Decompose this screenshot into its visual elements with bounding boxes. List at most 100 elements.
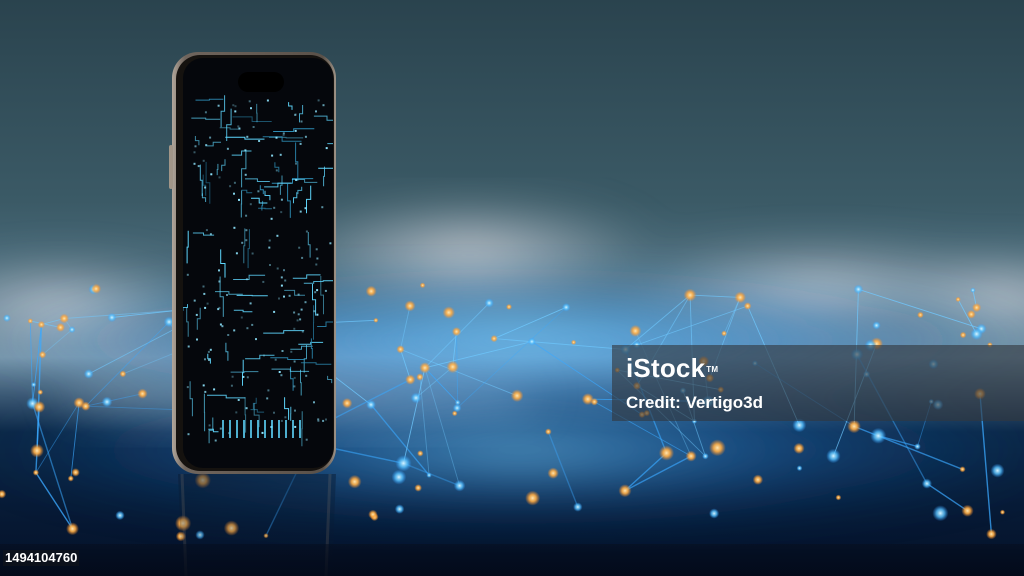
circuit-dot xyxy=(280,276,283,279)
circuit-dot xyxy=(294,409,296,412)
circuit-dot xyxy=(208,424,211,427)
network-node xyxy=(68,326,76,334)
circuit-dot xyxy=(237,125,240,128)
network-node xyxy=(426,472,432,478)
circuit-dot xyxy=(218,280,221,283)
network-node xyxy=(347,474,362,489)
scene-illustration xyxy=(0,0,1024,576)
circuit-pin xyxy=(278,420,280,438)
circuit-dot xyxy=(245,239,248,242)
network-node xyxy=(970,327,983,341)
circuit-dot xyxy=(280,374,283,377)
network-node xyxy=(453,479,466,492)
circuit-pin xyxy=(264,420,266,438)
circuit-dot xyxy=(278,371,281,373)
network-node xyxy=(590,398,599,406)
circuit-dot xyxy=(293,360,296,363)
circuit-pin xyxy=(257,420,259,438)
network-node xyxy=(396,345,405,354)
network-node xyxy=(368,509,378,520)
circuit-dot xyxy=(316,313,319,316)
circuit-dot xyxy=(235,411,238,414)
circuit-dot xyxy=(325,418,327,421)
network-node xyxy=(101,396,113,408)
network-node xyxy=(999,509,1006,515)
circuit-dot xyxy=(203,292,206,295)
stock-image-id: 1494104760 xyxy=(3,550,80,566)
circuit-dot xyxy=(204,358,206,361)
circuit-dot xyxy=(270,217,273,220)
circuit-dot xyxy=(233,192,235,195)
circuit-dot xyxy=(214,439,217,442)
network-node xyxy=(752,474,764,485)
circuit-dot xyxy=(282,134,285,137)
circuit-dot xyxy=(280,284,283,287)
circuit-dot xyxy=(186,386,189,389)
circuit-trace xyxy=(230,371,259,373)
circuit-dot xyxy=(255,338,257,341)
network-node xyxy=(37,320,46,329)
circuit-dot xyxy=(295,179,298,181)
network-node xyxy=(404,300,416,312)
network-node xyxy=(451,327,462,337)
circuit-dot xyxy=(193,162,196,165)
network-node xyxy=(66,522,79,536)
circuit-dot xyxy=(209,348,212,351)
circuit-dot xyxy=(206,302,209,305)
circuit-dot xyxy=(315,248,318,251)
circuit-dot xyxy=(245,214,248,217)
network-node xyxy=(835,494,842,501)
watermark-brand-text: iStock xyxy=(626,353,706,383)
network-node xyxy=(37,389,44,396)
network-node xyxy=(115,510,125,521)
circuit-dot xyxy=(295,162,297,165)
circuit-dot xyxy=(237,399,240,401)
circuit-dot xyxy=(187,433,190,436)
circuit-dot xyxy=(210,173,213,176)
circuit-dot xyxy=(283,269,285,272)
circuit-dot xyxy=(299,318,302,321)
network-node xyxy=(796,465,803,472)
network-node xyxy=(870,427,887,444)
network-node xyxy=(986,528,997,540)
network-node xyxy=(685,450,697,462)
network-node xyxy=(709,508,720,519)
circuit-pin xyxy=(222,420,224,438)
circuit-pin xyxy=(243,420,245,438)
circuit-dot xyxy=(257,190,260,193)
circuit-dot xyxy=(193,151,196,154)
circuit-dot xyxy=(313,310,316,313)
circuit-dot xyxy=(248,100,251,103)
circuit-dot xyxy=(233,329,236,332)
circuit-dot xyxy=(321,206,324,209)
network-node xyxy=(27,318,33,324)
network-node xyxy=(484,298,494,308)
circuit-dot xyxy=(197,165,200,168)
circuit-dot xyxy=(300,308,303,311)
network-node xyxy=(391,469,407,485)
circuit-dot xyxy=(195,313,198,316)
network-node xyxy=(442,306,455,319)
circuit-dot xyxy=(266,397,269,400)
circuit-dot xyxy=(238,198,240,201)
network-node xyxy=(793,442,805,454)
circuit-dot xyxy=(269,264,271,266)
circuit-dot xyxy=(202,285,205,288)
network-node xyxy=(959,331,967,339)
network-node xyxy=(629,324,642,337)
network-node xyxy=(419,282,426,289)
circuit-dot xyxy=(301,256,304,259)
circuit-dot xyxy=(238,127,241,130)
circuit-dot xyxy=(187,345,190,348)
network-node xyxy=(743,302,752,310)
network-node xyxy=(683,288,697,302)
circuit-dot xyxy=(298,246,301,249)
circuit-dot xyxy=(240,316,243,319)
network-node xyxy=(410,392,422,404)
circuit-dot xyxy=(262,280,265,283)
network-node xyxy=(658,445,675,461)
network-node xyxy=(527,337,536,346)
circuit-dot xyxy=(205,229,208,232)
circuit-dot xyxy=(316,289,319,292)
network-node xyxy=(137,388,148,399)
